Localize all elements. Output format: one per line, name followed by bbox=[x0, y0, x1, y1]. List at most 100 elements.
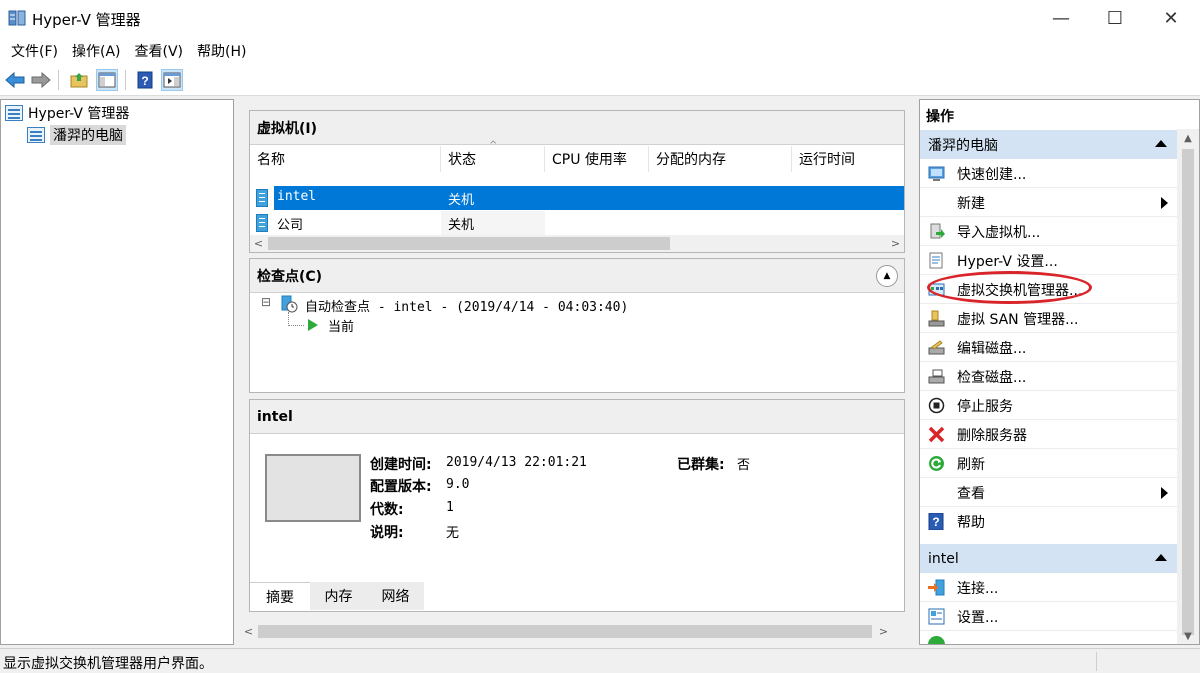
action-inspect-disk[interactable]: 检查磁盘... bbox=[920, 362, 1177, 391]
scrollbar-thumb[interactable] bbox=[1182, 149, 1194, 635]
vm-row-intel[interactable]: intel 关机 bbox=[250, 186, 904, 210]
collapse-triangle-icon[interactable] bbox=[1155, 140, 1167, 147]
notes-label: 说明: bbox=[370, 525, 404, 541]
tree-root-item[interactable]: Hyper-V 管理器 bbox=[5, 102, 129, 124]
action-stop-service[interactable]: 停止服务 bbox=[920, 391, 1177, 420]
vm-state: 关机 bbox=[448, 193, 475, 208]
selection-highlight bbox=[274, 186, 904, 210]
up-folder-icon[interactable] bbox=[68, 69, 90, 91]
scrollbar-thumb[interactable] bbox=[268, 237, 670, 250]
scroll-left-arrow[interactable]: < bbox=[250, 235, 267, 252]
edit-disk-icon bbox=[928, 340, 945, 355]
forward-arrow-icon[interactable] bbox=[30, 69, 52, 91]
checkpoint-icon bbox=[281, 295, 298, 313]
scroll-up-arrow[interactable]: ▲ bbox=[1177, 129, 1199, 147]
column-name[interactable]: 名称 bbox=[250, 146, 441, 172]
column-state-label: 状态 bbox=[448, 152, 476, 168]
scroll-down-arrow[interactable]: ▼ bbox=[1177, 627, 1199, 644]
scroll-right-arrow[interactable]: > bbox=[875, 623, 892, 640]
menu-help[interactable]: 帮助(H) bbox=[190, 41, 253, 61]
action-import-vm[interactable]: 导入虚拟机... bbox=[920, 217, 1177, 246]
console-tree: Hyper-V 管理器 潘羿的电脑 bbox=[0, 99, 234, 645]
toolbar-separator bbox=[58, 70, 59, 90]
column-uptime[interactable]: 运行时间 bbox=[792, 146, 904, 172]
created-time-label: 创建时间: bbox=[370, 457, 432, 473]
connect-icon bbox=[928, 579, 945, 596]
action-label: 连接... bbox=[957, 581, 999, 597]
action-new[interactable]: 新建 bbox=[920, 188, 1177, 217]
action-pane-icon[interactable] bbox=[161, 69, 183, 91]
submenu-arrow-icon bbox=[1161, 197, 1168, 209]
scroll-right-arrow[interactable]: > bbox=[887, 235, 904, 252]
menu-file[interactable]: 文件(F) bbox=[4, 41, 65, 61]
vm-icon bbox=[256, 189, 268, 207]
tree-server-label: 潘羿的电脑 bbox=[50, 125, 126, 145]
notes-value: 无 bbox=[446, 526, 460, 541]
inspect-disk-icon bbox=[928, 369, 945, 384]
console-tree-icon[interactable] bbox=[96, 69, 118, 91]
action-virtual-switch-manager[interactable]: 虚拟交换机管理器... bbox=[920, 275, 1177, 304]
action-hyper-v-settings[interactable]: Hyper-V 设置... bbox=[920, 246, 1177, 275]
toolbar: ? bbox=[0, 65, 1200, 96]
start-icon bbox=[928, 636, 945, 644]
tree-root-label: Hyper-V 管理器 bbox=[28, 106, 130, 122]
center-horizontal-scrollbar[interactable]: < > bbox=[240, 623, 892, 640]
vm-state: 关机 bbox=[448, 218, 475, 233]
action-label: 导入虚拟机... bbox=[957, 225, 1041, 241]
minimize-button[interactable]: — bbox=[1038, 0, 1084, 37]
collapse-triangle-icon[interactable] bbox=[1155, 554, 1167, 561]
hyper-v-manager-icon bbox=[5, 105, 23, 121]
quick-create-icon bbox=[928, 166, 945, 181]
vm-thumbnail bbox=[265, 454, 361, 522]
action-help[interactable]: ? 帮助 bbox=[920, 507, 1177, 536]
column-state[interactable]: 状态 ^ bbox=[441, 140, 545, 172]
status-text: 显示虚拟交换机管理器用户界面。 bbox=[3, 656, 213, 672]
action-connect[interactable]: 连接... bbox=[920, 573, 1177, 602]
collapse-section-button[interactable]: ▲ bbox=[876, 265, 898, 287]
scrollbar-thumb[interactable] bbox=[258, 625, 872, 638]
generation-label: 代数: bbox=[370, 502, 404, 518]
action-edit-disk[interactable]: 编辑磁盘... bbox=[920, 333, 1177, 362]
checkpoints-section: 检查点(C) ▲ ⊟ 自动检查点 - intel - (2019/4/14 - … bbox=[249, 258, 905, 393]
tab-summary[interactable]: 摘要 bbox=[250, 582, 310, 610]
submenu-arrow-icon bbox=[1161, 487, 1168, 499]
action-label: 查看 bbox=[957, 486, 985, 502]
details-section: intel 创建时间: 2019/4/13 22:01:21 配置版本: 9.0… bbox=[249, 399, 905, 612]
back-arrow-icon[interactable] bbox=[4, 69, 26, 91]
play-icon bbox=[308, 319, 318, 331]
vm-row-company[interactable]: 公司 关机 bbox=[250, 211, 904, 235]
tree-line bbox=[288, 325, 304, 326]
action-virtual-san-manager[interactable]: 虚拟 SAN 管理器... bbox=[920, 304, 1177, 333]
action-delete-server[interactable]: 删除服务器 bbox=[920, 420, 1177, 449]
hyper-v-app-icon bbox=[8, 10, 26, 26]
column-cpu-usage[interactable]: CPU 使用率 bbox=[545, 146, 649, 172]
actions-vertical-scrollbar[interactable]: ▲ ▼ bbox=[1177, 129, 1199, 644]
column-assigned-memory[interactable]: 分配的内存 bbox=[649, 146, 792, 172]
help-icon: ? bbox=[928, 513, 944, 530]
action-quick-create[interactable]: 快速创建... bbox=[920, 159, 1177, 188]
actions-group-vm[interactable]: intel bbox=[920, 544, 1177, 573]
tree-expander-icon[interactable]: ⊟ bbox=[261, 295, 271, 309]
scroll-left-arrow[interactable]: < bbox=[240, 623, 257, 640]
clustered-label: 已群集: bbox=[677, 457, 725, 473]
action-refresh[interactable]: 刷新 bbox=[920, 449, 1177, 478]
action-view[interactable]: 查看 bbox=[920, 478, 1177, 507]
action-label: 帮助 bbox=[957, 515, 985, 531]
menu-view[interactable]: 查看(V) bbox=[128, 41, 191, 61]
close-button[interactable]: ✕ bbox=[1148, 0, 1194, 37]
delete-x-icon bbox=[928, 426, 945, 443]
generation-value: 1 bbox=[446, 500, 454, 515]
menu-bar: 文件(F) 操作(A) 查看(V) 帮助(H) bbox=[0, 37, 1200, 65]
tab-memory[interactable]: 内存 bbox=[310, 582, 367, 610]
action-vm-settings[interactable]: 设置... bbox=[920, 602, 1177, 631]
tab-network[interactable]: 网络 bbox=[367, 582, 424, 610]
actions-group-server[interactable]: 潘羿的电脑 bbox=[920, 130, 1177, 159]
maximize-button[interactable]: ☐ bbox=[1092, 0, 1138, 37]
checkpoint-item[interactable]: 自动检查点 - intel - (2019/4/14 - 04:03:40) bbox=[305, 296, 628, 315]
tree-item-server[interactable]: 潘羿的电脑 bbox=[27, 124, 126, 146]
help-icon[interactable]: ? bbox=[134, 69, 156, 91]
current-state-item[interactable]: 当前 bbox=[328, 316, 354, 335]
details-section-title: intel bbox=[250, 400, 904, 434]
menu-action[interactable]: 操作(A) bbox=[65, 41, 128, 61]
vm-horizontal-scrollbar[interactable]: < > bbox=[250, 235, 904, 252]
